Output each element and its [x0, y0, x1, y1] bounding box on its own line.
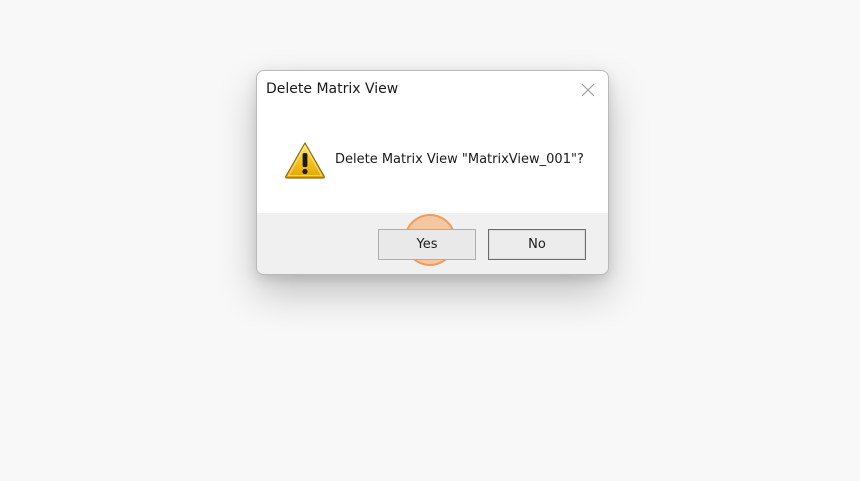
- dialog-footer: Yes No: [257, 213, 608, 274]
- yes-button-label: Yes: [416, 237, 438, 252]
- no-button-label: No: [528, 237, 546, 252]
- close-button[interactable]: [578, 80, 598, 100]
- warning-icon: [284, 141, 326, 179]
- dialog-message: Delete Matrix View "MatrixView_001"?: [335, 152, 584, 167]
- dialog-titlebar: Delete Matrix View: [257, 71, 608, 109]
- dialog-content: Delete Matrix View "MatrixView_001"?: [257, 109, 608, 213]
- dialog-title: Delete Matrix View: [266, 81, 399, 97]
- close-icon: [581, 83, 595, 97]
- no-button[interactable]: No: [488, 229, 586, 260]
- yes-button[interactable]: Yes: [378, 229, 476, 260]
- delete-matrix-view-dialog: Delete Matrix View Delete Matrix View "M…: [256, 70, 609, 275]
